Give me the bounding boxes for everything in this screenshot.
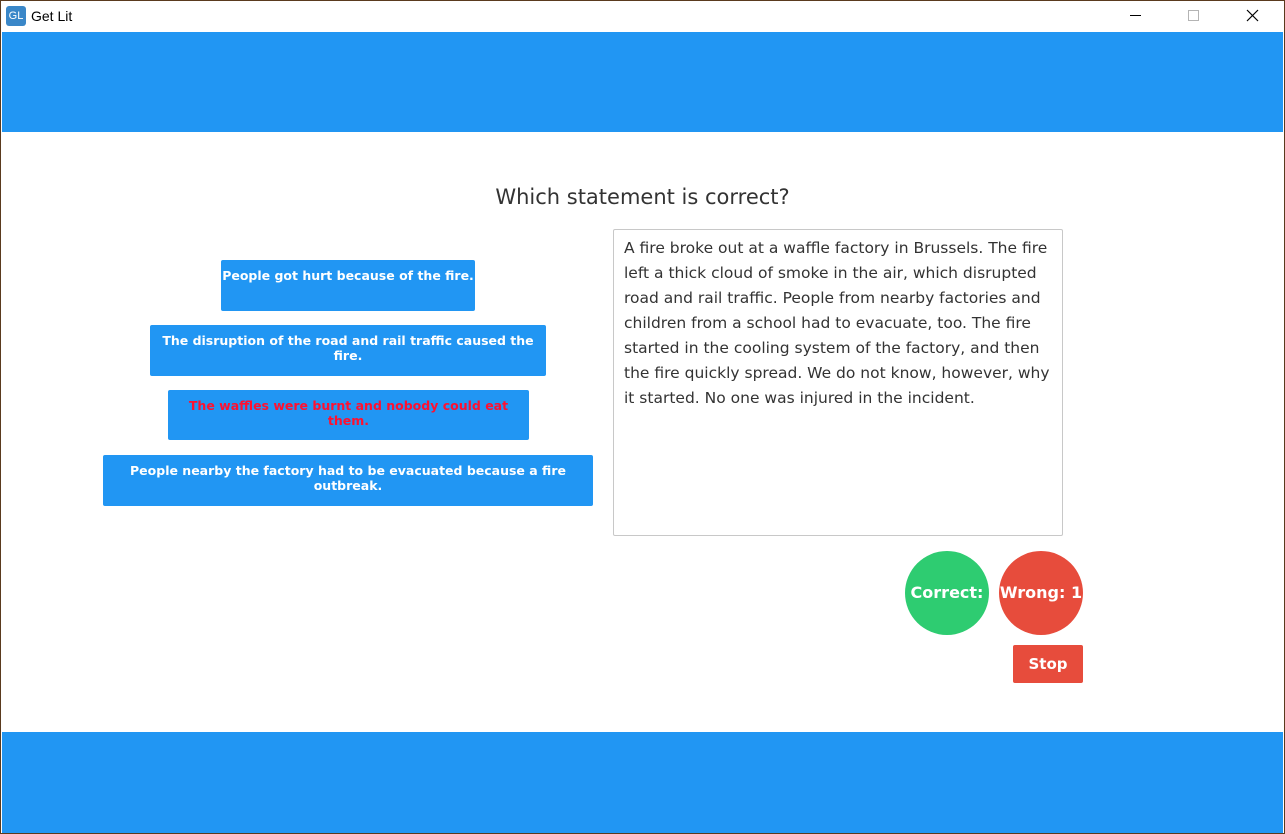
reading-passage[interactable]: A fire broke out at a waffle factory in … <box>613 229 1063 536</box>
minimize-icon <box>1130 15 1141 16</box>
app-window: GL Get Lit Which statement is correct? P… <box>0 0 1285 834</box>
maximize-icon <box>1188 10 1199 21</box>
stop-button[interactable]: Stop <box>1013 645 1083 683</box>
minimize-button[interactable] <box>1106 1 1164 31</box>
question-heading: Which statement is correct? <box>495 185 790 209</box>
answer-option-4[interactable]: People nearby the factory had to be evac… <box>103 455 593 506</box>
answer-option-1[interactable]: People got hurt because of the fire. <box>221 260 475 311</box>
close-button[interactable] <box>1223 1 1281 31</box>
maximize-button[interactable] <box>1164 1 1222 31</box>
window-title: Get Lit <box>31 8 73 24</box>
wrong-score-badge: Wrong: 1 <box>999 551 1083 635</box>
answer-option-2[interactable]: The disruption of the road and rail traf… <box>150 325 546 376</box>
close-icon <box>1246 9 1259 22</box>
footer-band <box>2 732 1283 833</box>
answer-option-3[interactable]: The waffles were burnt and nobody could … <box>168 390 529 440</box>
correct-score-badge: Correct: <box>905 551 989 635</box>
title-bar[interactable]: GL Get Lit <box>1 1 1284 31</box>
app-logo-icon: GL <box>6 6 26 26</box>
header-band <box>2 32 1283 132</box>
